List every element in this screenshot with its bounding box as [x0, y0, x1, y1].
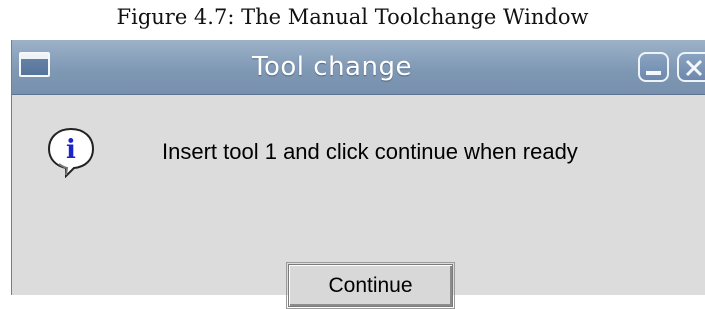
close-icon[interactable]	[677, 52, 705, 82]
window-menu-icon[interactable]	[19, 52, 50, 77]
minimize-icon[interactable]	[638, 52, 669, 82]
continue-button[interactable]: Continue	[286, 262, 455, 309]
info-icon: i	[45, 126, 97, 179]
window-title: Tool change	[252, 52, 412, 82]
figure-caption: Figure 4.7: The Manual Toolchange Window	[116, 5, 589, 29]
tool-change-window: Tool change i Insert tool 1 and click co…	[11, 40, 705, 309]
svg-text:i: i	[66, 135, 76, 165]
window-titlebar[interactable]: Tool change	[12, 40, 705, 95]
dialog-message: Insert tool 1 and click continue when re…	[162, 139, 578, 164]
